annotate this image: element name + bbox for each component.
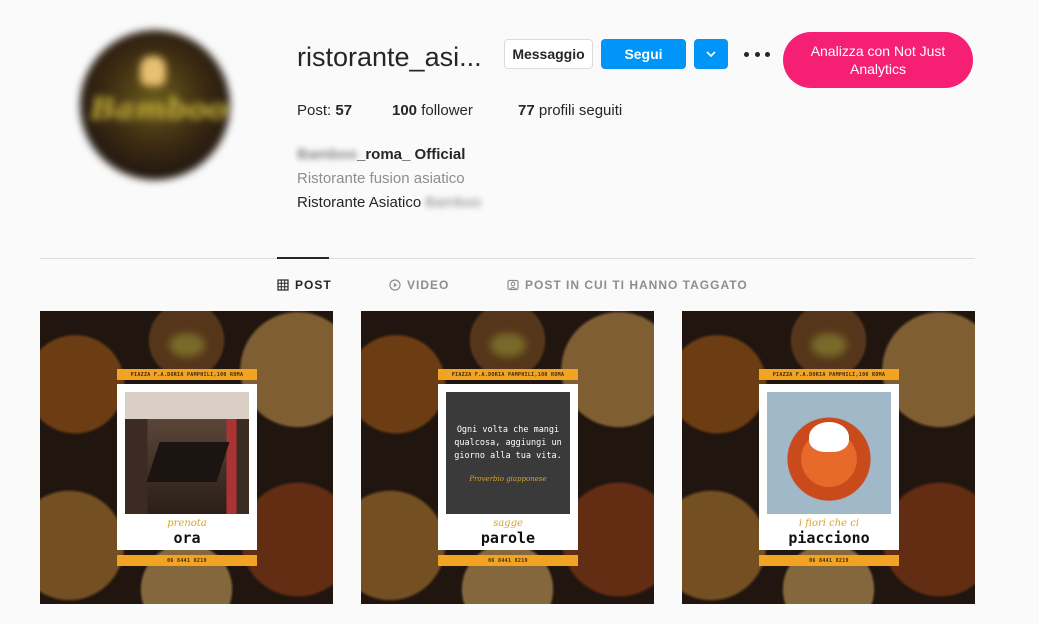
analytics-button[interactable]: Analizza con Not Just Analytics <box>783 32 973 88</box>
address-band: PIAZZA F.A.DORIA PAMPHILI,100 ROMA <box>117 369 257 380</box>
bio-text: Ristorante Asiatico Bamboo <box>297 194 481 211</box>
tab-video-label: VIDEO <box>407 278 450 292</box>
caption-big: ora <box>173 529 201 547</box>
bio-category: Ristorante fusion asiatico <box>297 170 465 187</box>
card-body: Ogni volta che mangi qualcosa, aggiungi … <box>438 384 578 550</box>
post-card: PIAZZA F.A.DORIA PAMPHILI,100 ROMA Ogni … <box>438 333 578 566</box>
grid-icon <box>277 279 289 291</box>
post-logo <box>490 333 526 357</box>
phone-band: 06 8441 8219 <box>117 555 257 566</box>
post-logo <box>169 333 205 357</box>
stat-following-count: 77 <box>518 102 535 119</box>
bio-name-visible: _roma_ Official <box>357 146 466 163</box>
play-icon <box>389 279 401 291</box>
tab-tagged-label: POST IN CUI TI HANNO TAGGATO <box>525 278 748 292</box>
card-body: prenota ora <box>117 384 257 550</box>
tab-posts[interactable]: POST <box>277 278 332 292</box>
active-tab-indicator <box>277 257 329 259</box>
quote-text: Ogni volta che mangi qualcosa, aggiungi … <box>454 424 562 461</box>
message-button[interactable]: Messaggio <box>504 39 593 69</box>
quote-source: Proverbio giapponese <box>469 474 547 483</box>
avatar-logo-text: Bamboo <box>90 92 228 127</box>
stat-followers[interactable]: 100 follower <box>392 102 473 119</box>
caption-big: parole <box>480 529 536 547</box>
address-band: PIAZZA F.A.DORIA PAMPHILI,100 ROMA <box>759 369 899 380</box>
stat-posts-label: Post: <box>297 102 332 119</box>
profile-avatar[interactable]: Bamboo <box>80 30 230 180</box>
post-tile[interactable]: PIAZZA F.A.DORIA PAMPHILI,100 ROMA i fio… <box>682 311 975 604</box>
bio-full-name: Bamboo_roma_ Official <box>297 146 465 163</box>
bio-text-redacted: Bamboo <box>425 194 482 211</box>
tabs-divider <box>40 258 975 259</box>
stat-followers-count: 100 <box>392 102 418 119</box>
card-body: i fiori che ci piacciono <box>759 384 899 550</box>
post-card: PIAZZA F.A.DORIA PAMPHILI,100 ROMA preno… <box>117 333 257 566</box>
post-tile[interactable]: PIAZZA F.A.DORIA PAMPHILI,100 ROMA Ogni … <box>361 311 654 604</box>
bio-text-visible: Ristorante Asiatico <box>297 194 422 211</box>
follow-button[interactable]: Segui <box>601 39 686 69</box>
stat-posts: Post: 57 <box>297 102 352 119</box>
phone-band: 06 8441 8219 <box>759 555 899 566</box>
caption-big: piacciono <box>788 529 870 547</box>
post-card: PIAZZA F.A.DORIA PAMPHILI,100 ROMA i fio… <box>759 333 899 566</box>
tab-video[interactable]: VIDEO <box>389 278 449 292</box>
sushi-photo <box>767 392 891 514</box>
profile-username: ristorante_asi... <box>297 42 482 72</box>
chef-logo-figure <box>140 56 166 86</box>
phone-band: 06 8441 8219 <box>438 555 578 566</box>
tab-posts-label: POST <box>295 278 332 292</box>
caption-script: sagge <box>493 518 523 529</box>
restaurant-photo <box>125 392 249 514</box>
address-band: PIAZZA F.A.DORIA PAMPHILI,100 ROMA <box>438 369 578 380</box>
post-tile[interactable]: PIAZZA F.A.DORIA PAMPHILI,100 ROMA preno… <box>40 311 333 604</box>
stat-following-label: profili seguiti <box>538 102 623 119</box>
tab-tagged[interactable]: POST IN CUI TI HANNO TAGGATO <box>507 278 748 292</box>
tag-icon <box>507 279 519 291</box>
post-logo <box>811 333 847 357</box>
stat-posts-count: 57 <box>335 102 353 119</box>
bio-name-redacted: Bamboo <box>297 146 357 163</box>
quote-box: Ogni volta che mangi qualcosa, aggiungi … <box>446 392 570 514</box>
suggestions-dropdown-button[interactable] <box>694 39 728 69</box>
stat-followers-label: follower <box>421 102 473 119</box>
caption-script: i fiori che ci <box>798 518 860 529</box>
chevron-down-icon <box>706 51 716 58</box>
stat-following[interactable]: 77 profili seguiti <box>518 102 622 119</box>
caption-script: prenota <box>167 518 207 529</box>
more-options-icon[interactable] <box>744 44 770 64</box>
